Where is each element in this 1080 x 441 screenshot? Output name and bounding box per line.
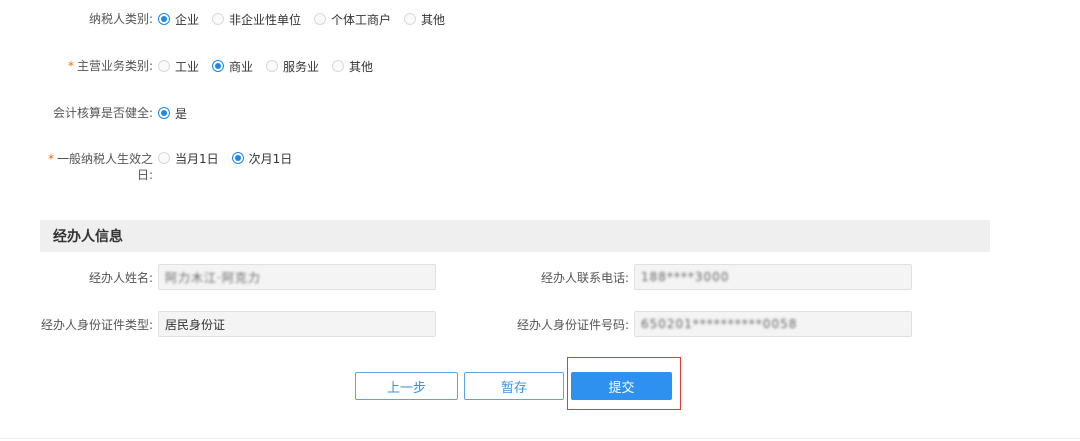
radio-selected-icon[interactable] bbox=[158, 13, 170, 25]
bottom-divider bbox=[0, 438, 1080, 439]
taxpayer-type-option-non-enterprise[interactable]: 非企业性单位 bbox=[212, 11, 301, 28]
main-business-option-service[interactable]: 服务业 bbox=[266, 58, 319, 75]
taxpayer-type-option-enterprise[interactable]: 企业 bbox=[158, 11, 199, 28]
option-label: 次月1日 bbox=[248, 151, 293, 166]
agent-id-type-field[interactable]: 居民身份证 bbox=[158, 311, 436, 337]
option-label: 工业 bbox=[175, 59, 200, 74]
main-business-options: 工业 商业 服务业 其他 bbox=[158, 56, 386, 76]
agent-id-number-label: 经办人身份证件号码: bbox=[516, 318, 629, 332]
required-mark: * bbox=[47, 152, 54, 166]
accounting-label: 会计核算是否健全: bbox=[52, 106, 153, 120]
agent-id-number-field[interactable]: 650201**********0058 bbox=[634, 311, 912, 337]
agent-id-number-value: 650201**********0058 bbox=[641, 317, 798, 331]
option-label: 当月1日 bbox=[175, 151, 219, 166]
effective-date-option-current-month[interactable]: 当月1日 bbox=[158, 150, 219, 167]
radio-unselected-icon[interactable] bbox=[314, 13, 327, 25]
option-label: 其他 bbox=[421, 12, 446, 27]
taxpayer-type-option-other[interactable]: 其他 bbox=[404, 11, 445, 28]
option-label: 是 bbox=[175, 106, 188, 121]
radio-selected-icon[interactable] bbox=[212, 60, 225, 72]
label-text: 主营业务类别: bbox=[76, 59, 153, 73]
radio-unselected-icon[interactable] bbox=[266, 60, 279, 72]
accounting-option-yes[interactable]: 是 bbox=[158, 105, 187, 122]
radio-unselected-icon[interactable] bbox=[212, 13, 225, 25]
agent-section-header: 经办人信息 bbox=[40, 220, 990, 252]
agent-name-field[interactable]: 阿力木江·阿克力 bbox=[158, 264, 436, 290]
effective-date-options: 当月1日 次月1日 bbox=[158, 148, 305, 168]
effective-date-label: * 一般纳税人生效之 日: bbox=[40, 151, 153, 183]
main-business-label: * 主营业务类别: bbox=[40, 58, 153, 74]
agent-phone-field[interactable]: 188****3000 bbox=[634, 264, 912, 290]
save-draft-button[interactable]: 暂存 bbox=[464, 372, 564, 400]
radio-unselected-icon[interactable] bbox=[158, 152, 170, 164]
main-business-option-industry[interactable]: 工业 bbox=[158, 58, 199, 75]
prev-step-button[interactable]: 上一步 bbox=[355, 372, 458, 400]
agent-phone-value: 188****3000 bbox=[641, 270, 730, 284]
label-text: 一般纳税人生效之 bbox=[56, 152, 153, 166]
radio-unselected-icon[interactable] bbox=[158, 60, 170, 72]
taxpayer-type-options: 企业 非企业性单位 个体工商户 其他 bbox=[158, 9, 458, 29]
option-label: 其他 bbox=[349, 59, 374, 74]
option-label: 服务业 bbox=[283, 59, 320, 74]
taxpayer-type-option-individual[interactable]: 个体工商户 bbox=[314, 11, 391, 28]
accounting-options: 是 bbox=[158, 103, 200, 123]
submit-highlight-box bbox=[567, 357, 681, 410]
option-label: 商业 bbox=[229, 59, 254, 74]
main-business-option-other[interactable]: 其他 bbox=[332, 58, 373, 75]
radio-selected-icon[interactable] bbox=[158, 107, 170, 119]
radio-selected-icon[interactable] bbox=[231, 152, 244, 164]
radio-unselected-icon[interactable] bbox=[404, 13, 417, 25]
agent-name-value: 阿力木江·阿克力 bbox=[165, 270, 261, 285]
required-mark: * bbox=[67, 59, 74, 73]
agent-id-type-value: 居民身份证 bbox=[165, 317, 226, 332]
label-text-line2: 日: bbox=[136, 168, 153, 182]
option-label: 个体工商户 bbox=[331, 12, 392, 27]
radio-unselected-icon[interactable] bbox=[332, 60, 345, 72]
option-label: 企业 bbox=[175, 12, 200, 27]
main-business-option-commerce[interactable]: 商业 bbox=[212, 58, 253, 75]
agent-name-label: 经办人姓名: bbox=[88, 271, 153, 285]
taxpayer-type-label: 纳税人类别: bbox=[88, 12, 153, 26]
section-title: 经办人信息 bbox=[53, 229, 123, 245]
effective-date-option-next-month[interactable]: 次月1日 bbox=[231, 150, 293, 167]
option-label: 非企业性单位 bbox=[229, 12, 302, 27]
agent-id-type-label: 经办人身份证件类型: bbox=[40, 318, 153, 332]
agent-phone-label: 经办人联系电话: bbox=[540, 271, 629, 285]
